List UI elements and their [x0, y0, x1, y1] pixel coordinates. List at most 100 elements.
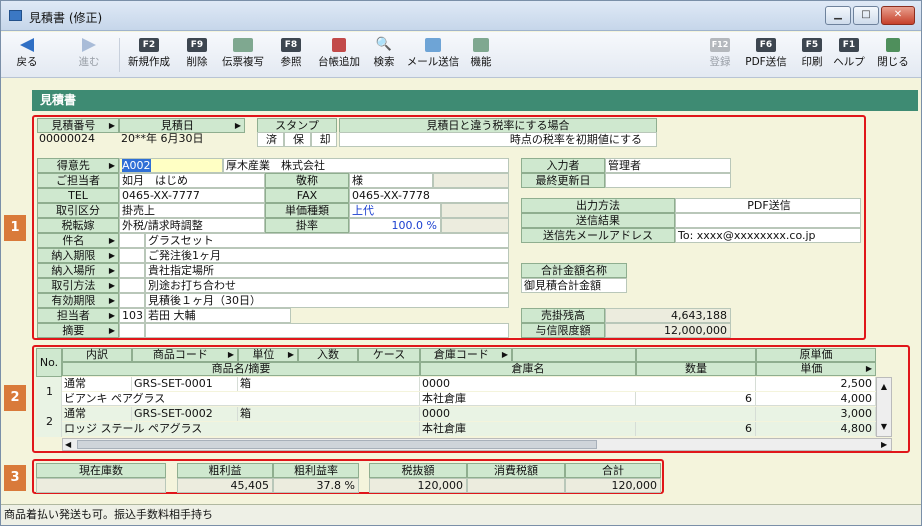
mail-send-button[interactable]: メール送信 [403, 34, 463, 76]
tax-mode-select[interactable]: 外税/請求時調整 [119, 218, 265, 233]
f6-key-icon: F6 [756, 38, 776, 52]
close-window-button[interactable]: ✕ [881, 6, 915, 25]
scroll-down-icon[interactable]: ▼ [877, 421, 891, 433]
grid-header-code[interactable]: 商品コード ▶ [132, 348, 238, 362]
place-label[interactable]: 納入場所 ▶ [37, 263, 119, 278]
stock-label: 現在庫数 [36, 463, 166, 478]
stamp-done[interactable]: 済 [257, 132, 284, 147]
rate-input[interactable]: 100.0 % [349, 218, 441, 233]
new-button[interactable]: F2 新規作成 [123, 34, 175, 76]
credit-limit-value: 12,000,000 [605, 323, 731, 338]
rate-spacer [441, 218, 509, 233]
table-cell-name[interactable]: ロッジ ステール ペアグラス [62, 422, 420, 436]
table-cell-price[interactable]: 4,000 [756, 392, 876, 406]
add-ledger-button[interactable]: 台帳追加 [311, 34, 367, 76]
scroll-right-icon[interactable]: ▶ [881, 439, 887, 450]
table-cell-name[interactable]: ビアンキ ペアグラス [62, 392, 420, 406]
estimate-no-label[interactable]: 見積番号 ▶ [37, 118, 119, 133]
table-cell-wh-name[interactable]: 本社倉庫 [420, 392, 636, 406]
customer-label[interactable]: 得意先 ▶ [37, 158, 119, 173]
stamp-hold[interactable]: 保 [284, 132, 311, 147]
grid-header-blank [512, 348, 636, 362]
table-cell-code[interactable]: GRS-SET-0001 [132, 377, 238, 391]
back-button[interactable]: 戻る [7, 34, 47, 76]
grid-vertical-scrollbar[interactable]: ▲ ▼ [876, 377, 892, 437]
table-cell-type[interactable]: 通常 [62, 377, 132, 391]
close-button[interactable]: 閉じる [873, 34, 913, 76]
customer-name: 厚木産業 株式会社 [223, 158, 509, 173]
grid-header-wh-name: 倉庫名 [420, 362, 636, 376]
total-name-value[interactable]: 御見積合計金額 [521, 278, 627, 293]
table-cell-cost[interactable]: 2,500 [756, 377, 876, 391]
table-row-no[interactable]: 1 [36, 377, 62, 407]
maximize-button[interactable]: □ [853, 6, 879, 25]
copy-icon [233, 38, 253, 52]
valid-input[interactable]: 見積後１ヶ月（30日） [145, 293, 509, 308]
table-row-no[interactable]: 2 [36, 407, 62, 437]
table-cell-wh-code[interactable]: 0000 [420, 407, 756, 421]
search-button[interactable]: 🔍 検索 [369, 34, 399, 76]
honorific-input[interactable]: 様 [349, 173, 433, 188]
place-input[interactable]: 貴社指定場所 [145, 263, 509, 278]
help-button[interactable]: F1 ヘルプ [831, 34, 867, 76]
table-cell-unit[interactable]: 箱 [238, 407, 420, 421]
grid-header-wh-code[interactable]: 倉庫コード ▶ [420, 348, 512, 362]
valid-label[interactable]: 有効期限 ▶ [37, 293, 119, 308]
delivery-input[interactable]: ご発注後1ヶ月 [145, 248, 509, 263]
estimate-no-value[interactable]: 00000024 [37, 132, 119, 147]
table-cell-qty[interactable]: 6 [636, 392, 756, 406]
memo-input[interactable] [145, 323, 509, 338]
total-name-label: 合計金額名称 [521, 263, 627, 278]
price-type-select[interactable]: 上代 [349, 203, 441, 218]
trade-type-select[interactable]: 掛売上 [119, 203, 265, 218]
print-button[interactable]: F5 印刷 [797, 34, 827, 76]
table-cell-wh-name[interactable]: 本社倉庫 [420, 422, 636, 436]
forward-button[interactable]: 進む [69, 34, 109, 76]
pdf-send-button[interactable]: F6 PDF送信 [739, 34, 793, 76]
copy-slip-button[interactable]: 伝票複写 [217, 34, 269, 76]
send-result-label: 送信結果 [521, 213, 675, 228]
table-cell-type[interactable]: 通常 [62, 407, 132, 421]
function-button[interactable]: 機能 [465, 34, 497, 76]
staff-code[interactable]: 103 [119, 308, 145, 323]
memo-label[interactable]: 摘要 ▶ [37, 323, 119, 338]
table-cell-qty[interactable]: 6 [636, 422, 756, 436]
f5-key-icon: F5 [802, 38, 822, 52]
ar-balance-label: 売掛残高 [521, 308, 605, 323]
mail-address-value[interactable]: To: xxxx@xxxxxxxx.co.jp [675, 228, 861, 243]
estimate-date-value[interactable]: 20**年 6月30日 [119, 132, 245, 147]
badge-3: 3 [4, 465, 26, 491]
tax-rate-value[interactable]: 時点の税率を初期値にする [339, 132, 657, 147]
horizontal-scroll-thumb[interactable] [77, 440, 597, 449]
stamp-reject[interactable]: 却 [311, 132, 337, 147]
grid-header-unit[interactable]: 単位 ▶ [238, 348, 298, 362]
fax-label: FAX [265, 188, 349, 203]
delete-button[interactable]: F9 削除 [179, 34, 215, 76]
table-cell-cost[interactable]: 3,000 [756, 407, 876, 421]
estimate-date-label[interactable]: 見積日 ▶ [119, 118, 245, 133]
table-cell-code[interactable]: GRS-SET-0002 [132, 407, 238, 421]
grid-header-no: No. [36, 348, 62, 377]
subject-input[interactable]: グラスセット [145, 233, 509, 248]
grid-horizontal-scrollbar[interactable]: ◀ ▶ [62, 438, 892, 451]
scroll-left-icon[interactable]: ◀ [65, 439, 71, 450]
table-cell-price[interactable]: 4,800 [756, 422, 876, 436]
method-label[interactable]: 取引方法 ▶ [37, 278, 119, 293]
subject-label[interactable]: 件名 ▶ [37, 233, 119, 248]
last-updated-value [605, 173, 731, 188]
customer-code-input[interactable]: A002 [119, 158, 223, 173]
table-cell-unit[interactable]: 箱 [238, 377, 420, 391]
method-code [119, 278, 145, 293]
register-button[interactable]: F12 登録 [705, 34, 735, 76]
method-input[interactable]: 別途お打ち合わせ [145, 278, 509, 293]
reference-button[interactable]: F8 参照 [273, 34, 309, 76]
table-cell-wh-code[interactable]: 0000 [420, 377, 756, 391]
minimize-button[interactable]: ▁ [825, 6, 851, 25]
delivery-label[interactable]: 納入期限 ▶ [37, 248, 119, 263]
grid-header-price[interactable]: 単価 ▶ [756, 362, 876, 376]
scroll-up-icon[interactable]: ▲ [877, 381, 891, 393]
forward-arrow-icon [82, 38, 96, 52]
output-method-value[interactable]: PDF送信 [675, 198, 861, 213]
staff-label[interactable]: 担当者 ▶ [37, 308, 119, 323]
contact-input[interactable]: 如月 はじめ [119, 173, 265, 188]
